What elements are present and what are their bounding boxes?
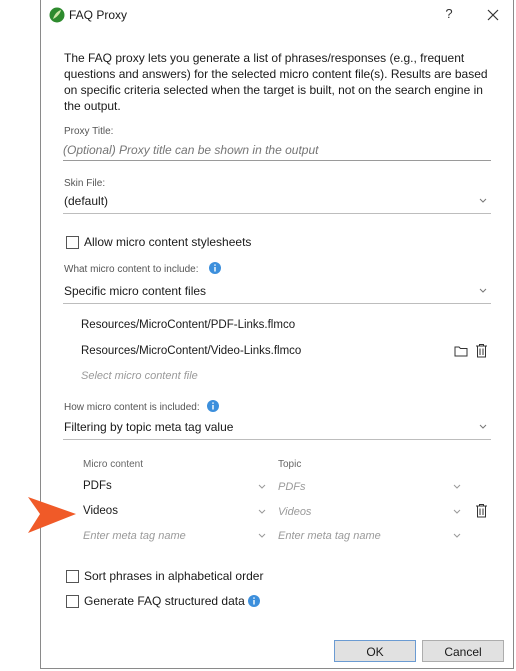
skin-file-value: (default): [64, 194, 109, 208]
intro-description: The FAQ proxy lets you generate a list o…: [64, 51, 488, 113]
skin-file-select[interactable]: (default): [63, 191, 491, 213]
window-title: FAQ Proxy: [69, 8, 128, 22]
file-list-item[interactable]: Resources/MicroContent/PDF-Links.flmco: [81, 319, 295, 331]
include-how-label: How micro content is included:: [64, 402, 200, 413]
column-header-topic: Topic: [278, 459, 302, 470]
topic-value: PDFs: [278, 481, 306, 493]
allow-stylesheets-label: Allow micro content stylesheets: [84, 235, 252, 249]
info-icon[interactable]: [207, 400, 219, 412]
sort-alphabetical-checkbox[interactable]: [66, 570, 79, 583]
skin-file-label: Skin File:: [64, 178, 106, 189]
file-list-item[interactable]: Resources/MicroContent/Video-Links.flmco: [81, 345, 301, 357]
include-how-value: Filtering by topic meta tag value: [64, 420, 234, 434]
title-bar: FAQ Proxy ?: [41, 0, 513, 30]
chevron-down-icon: [453, 484, 461, 489]
skin-file-underline: [63, 213, 491, 214]
faq-proxy-dialog: FAQ Proxy ? The FAQ proxy lets you gener…: [40, 0, 514, 669]
chevron-down-icon: [453, 533, 461, 538]
structured-data-checkbox[interactable]: [66, 595, 79, 608]
trash-icon[interactable]: [475, 503, 488, 518]
topic-value: Videos: [278, 506, 312, 518]
ok-button[interactable]: OK: [334, 640, 416, 662]
info-icon[interactable]: [209, 262, 221, 274]
column-header-micro-content: Micro content: [83, 459, 144, 470]
proxy-title-input[interactable]: [63, 141, 491, 159]
include-what-select[interactable]: Specific micro content files: [63, 281, 491, 303]
chevron-down-icon: [479, 288, 487, 293]
topic-placeholder: Enter meta tag name: [278, 530, 381, 542]
sort-alphabetical-label: Sort phrases in alphabetical order: [84, 569, 264, 583]
select-file-placeholder[interactable]: Select micro content file: [81, 370, 198, 382]
trash-icon[interactable]: [475, 343, 488, 358]
micro-content-select[interactable]: Videos: [81, 502, 269, 522]
micro-content-value: PDFs: [83, 480, 112, 492]
chevron-down-icon: [258, 509, 266, 514]
info-icon[interactable]: [248, 595, 260, 607]
topic-select[interactable]: Videos: [276, 502, 464, 522]
include-how-select[interactable]: Filtering by topic meta tag value: [63, 417, 491, 439]
include-what-label: What micro content to include:: [64, 264, 199, 275]
chevron-down-icon: [453, 509, 461, 514]
app-logo-icon: [49, 7, 65, 23]
allow-stylesheets-checkbox[interactable]: [66, 236, 79, 249]
micro-content-placeholder: Enter meta tag name: [83, 530, 186, 542]
include-how-underline: [63, 439, 491, 440]
chevron-down-icon: [258, 484, 266, 489]
chevron-down-icon: [479, 424, 487, 429]
include-what-value: Specific micro content files: [64, 284, 207, 298]
cancel-button[interactable]: Cancel: [422, 640, 504, 662]
chevron-down-icon: [258, 533, 266, 538]
help-button[interactable]: ?: [439, 4, 459, 24]
topic-select[interactable]: PDFs: [276, 477, 464, 497]
micro-content-select[interactable]: PDFs: [81, 477, 269, 497]
include-what-underline: [63, 303, 491, 304]
folder-icon[interactable]: [454, 345, 468, 357]
chevron-down-icon: [479, 198, 487, 203]
micro-content-new-select[interactable]: Enter meta tag name: [81, 526, 269, 546]
structured-data-label: Generate FAQ structured data: [84, 594, 245, 608]
close-icon[interactable]: [482, 4, 504, 26]
micro-content-value: Videos: [83, 505, 118, 517]
topic-new-select[interactable]: Enter meta tag name: [276, 526, 464, 546]
proxy-title-underline: [63, 160, 491, 161]
callout-arrow-icon: [28, 497, 76, 533]
proxy-title-label: Proxy Title:: [64, 126, 114, 137]
